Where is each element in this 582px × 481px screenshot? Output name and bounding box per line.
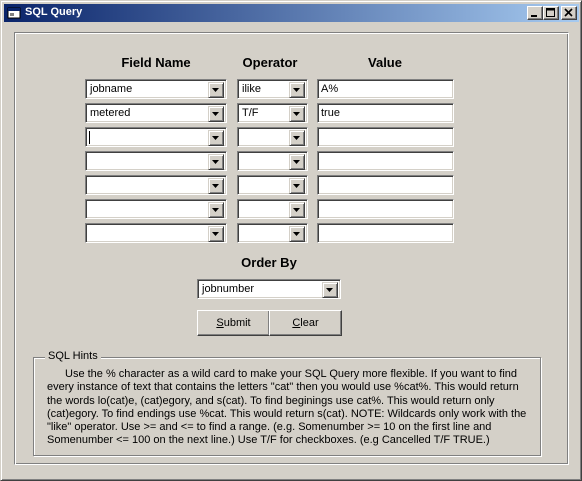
sql-hints-text: Use the % character as a wild card to ma… [47, 368, 527, 447]
chevron-down-icon [293, 232, 300, 236]
maximize-icon [546, 8, 555, 17]
order-by-value: jobnumber [202, 283, 254, 295]
operator-dropdown-button[interactable] [289, 202, 305, 218]
field-name-select[interactable] [85, 127, 227, 147]
operator-select[interactable] [237, 151, 308, 171]
operator-select[interactable]: ilike [237, 79, 308, 99]
minimize-icon [531, 15, 537, 17]
field-dropdown-button[interactable] [208, 226, 224, 242]
operator-value: T/F [242, 107, 259, 119]
maximize-button[interactable] [543, 6, 559, 20]
chevron-down-icon [212, 160, 219, 164]
chevron-down-icon [293, 160, 300, 164]
field-name-select[interactable] [85, 223, 227, 243]
field-dropdown-button[interactable] [208, 178, 224, 194]
sql-query-window: SQL Query Field Name Operator Value jobn… [0, 0, 582, 481]
text-caret [89, 131, 90, 144]
minimize-button[interactable] [527, 6, 543, 20]
chevron-down-icon [293, 136, 300, 140]
chevron-down-icon [326, 288, 333, 292]
order-by-dropdown-button[interactable] [322, 282, 338, 298]
field-name-select[interactable]: metered [85, 103, 227, 123]
operator-select[interactable] [237, 175, 308, 195]
operator-dropdown-button[interactable] [289, 154, 305, 170]
close-button[interactable] [561, 6, 577, 20]
value-text: A% [321, 83, 339, 95]
field-name-value: metered [90, 107, 131, 119]
chevron-down-icon [293, 88, 300, 92]
value-header: Value [368, 55, 402, 70]
operator-dropdown-button[interactable] [289, 106, 305, 122]
field-dropdown-button[interactable] [208, 202, 224, 218]
chevron-down-icon [293, 112, 300, 116]
chevron-down-icon [212, 88, 219, 92]
window-title: SQL Query [25, 6, 83, 18]
chevron-down-icon [212, 208, 219, 212]
field-name-value: jobname [90, 83, 133, 95]
order-by-select[interactable]: jobnumber [197, 279, 341, 299]
sql-hints-legend: SQL Hints [45, 350, 101, 362]
order-by-label: Order By [241, 255, 297, 270]
submit-button[interactable]: Submit [197, 310, 270, 336]
operator-select[interactable] [237, 223, 308, 243]
field-name-header: Field Name [121, 55, 191, 70]
chevron-down-icon [293, 208, 300, 212]
value-input[interactable] [317, 127, 454, 147]
operator-dropdown-button[interactable] [289, 130, 305, 146]
chevron-down-icon [212, 112, 219, 116]
chevron-down-icon [212, 136, 219, 140]
field-name-select[interactable] [85, 199, 227, 219]
value-text: true [321, 107, 340, 119]
close-icon [564, 8, 573, 17]
field-name-select[interactable] [85, 175, 227, 195]
operator-dropdown-button[interactable] [289, 82, 305, 98]
operator-dropdown-button[interactable] [289, 226, 305, 242]
operator-dropdown-button[interactable] [289, 178, 305, 194]
value-input[interactable] [317, 151, 454, 171]
chevron-down-icon [212, 232, 219, 236]
value-input[interactable] [317, 175, 454, 195]
chevron-down-icon [293, 184, 300, 188]
value-input[interactable] [317, 223, 454, 243]
operator-select[interactable] [237, 199, 308, 219]
operator-header: Operator [242, 55, 298, 70]
chevron-down-icon [212, 184, 219, 188]
submit-mnemonic: S [216, 317, 224, 329]
field-dropdown-button[interactable] [208, 82, 224, 98]
operator-value: ilike [242, 83, 261, 95]
app-icon [7, 6, 21, 20]
operator-select[interactable]: T/F [237, 103, 308, 123]
value-input[interactable]: true [317, 103, 454, 123]
field-name-select[interactable] [85, 151, 227, 171]
clear-label: lear [300, 317, 319, 329]
value-input[interactable]: A% [317, 79, 454, 99]
field-dropdown-button[interactable] [208, 154, 224, 170]
value-input[interactable] [317, 199, 454, 219]
submit-label: ubmit [223, 317, 251, 329]
field-dropdown-button[interactable] [208, 106, 224, 122]
field-dropdown-button[interactable] [208, 130, 224, 146]
field-name-select[interactable]: jobname [85, 79, 227, 99]
operator-select[interactable] [237, 127, 308, 147]
title-bar[interactable]: SQL Query [4, 4, 579, 22]
clear-button[interactable]: Clear [269, 310, 342, 336]
